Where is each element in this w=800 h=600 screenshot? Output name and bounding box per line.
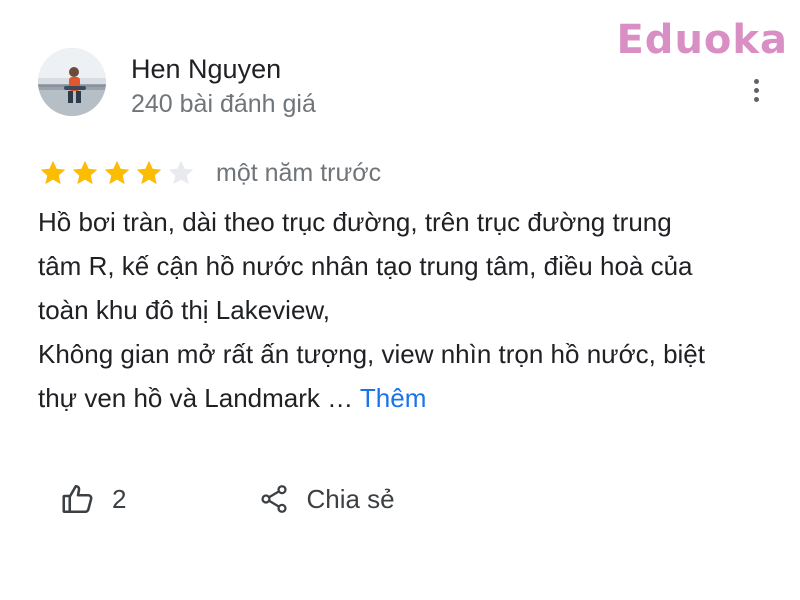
eduoka-watermark: Eduoka: [616, 17, 788, 63]
review-line: thự ven hồ và Landmark …: [38, 383, 354, 413]
star-filled-icon: [104, 160, 130, 185]
avatar[interactable]: [38, 48, 106, 116]
star-filled-icon: [72, 160, 98, 185]
review-card: Eduoka Hen Nguyen 240 bài đánh giá một n…: [0, 0, 800, 600]
star-empty-icon: [168, 160, 194, 185]
star-rating: [38, 158, 196, 188]
star-filled-icon: [136, 160, 162, 185]
author-review-count: 240 bài đánh giá: [131, 90, 316, 118]
author-name[interactable]: Hen Nguyen: [131, 52, 281, 86]
review-line: tâm R, kế cận hồ nước nhân tạo trung tâm…: [38, 251, 693, 281]
more-vert-dot: [753, 96, 759, 102]
review-actions: 2 Chia sẻ: [60, 476, 395, 522]
review-line: Không gian mở rất ấn tượng, view nhìn tr…: [38, 339, 705, 369]
review-line-last: thự ven hồ và Landmark … Thêm: [38, 376, 778, 420]
review-line: Hồ bơi tràn, dài theo trục đường, trên t…: [38, 207, 672, 237]
star-filled-icon: [40, 160, 66, 185]
share-icon: [258, 483, 290, 515]
more-vert-icon: [753, 78, 759, 84]
review-time: một năm trước: [216, 159, 382, 187]
avatar-photo: [38, 48, 106, 116]
more-link[interactable]: Thêm: [360, 383, 426, 413]
more-options-button[interactable]: [740, 70, 772, 110]
like-button[interactable]: 2: [60, 481, 126, 517]
rating-row: một năm trước: [38, 155, 381, 191]
share-button[interactable]: Chia sẻ: [258, 483, 395, 515]
more-vert-dot: [753, 87, 759, 93]
review-text: Hồ bơi tràn, dài theo trục đường, trên t…: [38, 200, 778, 420]
review-line: toàn khu đô thị Lakeview,: [38, 295, 330, 325]
share-label: Chia sẻ: [306, 483, 395, 514]
like-count: 2: [112, 483, 127, 514]
thumbs-up-icon: [60, 481, 96, 517]
